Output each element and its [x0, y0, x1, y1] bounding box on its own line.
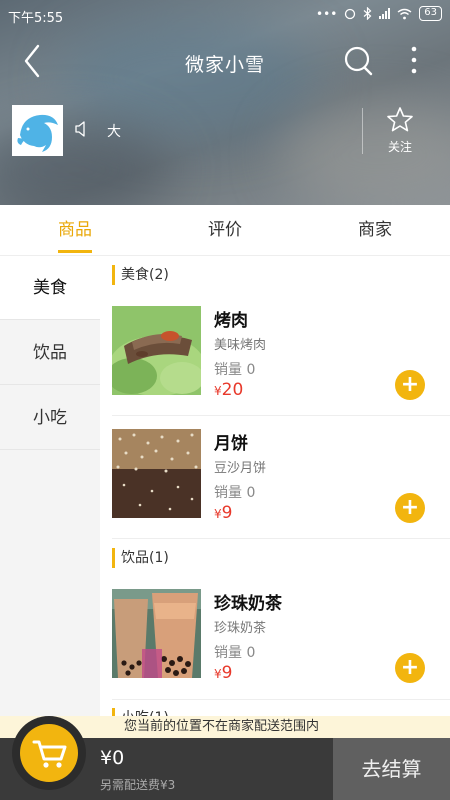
product-image-bbq[interactable]: [112, 306, 201, 395]
product-price: ¥20: [214, 380, 244, 400]
product-sales: 销量 0: [214, 485, 256, 501]
product-name: 烤肉: [214, 311, 248, 331]
delivery-fee: 另需配送费¥3: [100, 778, 176, 792]
divider: [112, 699, 450, 700]
add-to-cart-button[interactable]: +: [395, 493, 425, 523]
product-sales: 销量 0: [214, 362, 256, 378]
bluetooth-icon: [363, 7, 372, 20]
product-list[interactable]: 美食(2) 烤肉 美味烤肉 销量 0 ¥20 + 月饼 豆沙月饼 销量 0 ¥9…: [100, 256, 450, 716]
tab-merchant[interactable]: 商家: [340, 205, 410, 256]
tab-bar: 商品 评价 商家: [0, 205, 450, 256]
product-name: 月饼: [214, 434, 248, 454]
bubble-tea-photo: [112, 589, 201, 678]
signal-icon: [379, 8, 391, 19]
cart-total: ¥0: [100, 747, 125, 769]
status-icons: ••• 63: [316, 6, 442, 21]
wifi-icon: [397, 8, 412, 19]
follow-button[interactable]: 关注: [378, 106, 422, 155]
sidebar-item-snacks[interactable]: 小吃: [0, 386, 100, 450]
product-description: 豆沙月饼: [214, 461, 267, 476]
section-header-snacks: 小吃(1): [112, 708, 169, 716]
shop-header: 下午5:55 ••• 63 微家小雪 大 关注: [0, 0, 450, 205]
follow-label: 关注: [387, 140, 412, 154]
product-description: 美味烤肉: [214, 338, 267, 353]
cart-button[interactable]: [20, 724, 78, 782]
shop-title: 微家小雪: [184, 54, 265, 76]
more-vertical-icon[interactable]: [404, 44, 424, 78]
divider: [112, 415, 450, 416]
star-icon: [387, 107, 413, 132]
add-to-cart-button[interactable]: +: [395, 653, 425, 683]
shop-notice: 大: [107, 124, 121, 140]
divider: [362, 108, 363, 154]
sidebar-item-food[interactable]: 美食: [0, 256, 100, 320]
product-image-bubble-tea[interactable]: [112, 589, 201, 678]
shopping-cart-icon: [32, 740, 67, 768]
category-sidebar: 美食 饮品 小吃: [0, 256, 100, 738]
status-time: 下午5:55: [8, 11, 64, 26]
mooncake-photo: [112, 429, 201, 518]
search-icon[interactable]: [342, 44, 374, 78]
sidebar-item-drinks[interactable]: 饮品: [0, 321, 100, 385]
grilled-meat-photo: [112, 306, 201, 395]
product-description: 珍珠奶茶: [214, 621, 267, 636]
speaker-icon: [75, 121, 85, 137]
add-to-cart-button[interactable]: +: [395, 370, 425, 400]
section-header-food: 美食(2): [112, 265, 169, 285]
section-header-drinks: 饮品(1): [112, 548, 169, 568]
status-bar: 下午5:55 ••• 63: [0, 0, 450, 30]
alarm-icon: [345, 8, 356, 19]
battery-indicator: 63: [419, 6, 442, 21]
product-name: 珍珠奶茶: [214, 594, 282, 614]
shop-logo: [12, 105, 63, 156]
tab-products[interactable]: 商品: [40, 205, 110, 256]
product-price: ¥9: [214, 663, 233, 683]
product-price: ¥9: [214, 503, 233, 523]
divider: [112, 538, 450, 539]
checkout-button[interactable]: 去结算: [333, 738, 450, 800]
more-dots-icon: •••: [316, 6, 338, 21]
dolphin-logo-icon: [17, 114, 58, 152]
active-tab-indicator: [58, 250, 92, 253]
tab-reviews[interactable]: 评价: [190, 205, 260, 256]
product-sales: 销量 0: [214, 645, 256, 661]
product-image-mooncake[interactable]: [112, 429, 201, 518]
